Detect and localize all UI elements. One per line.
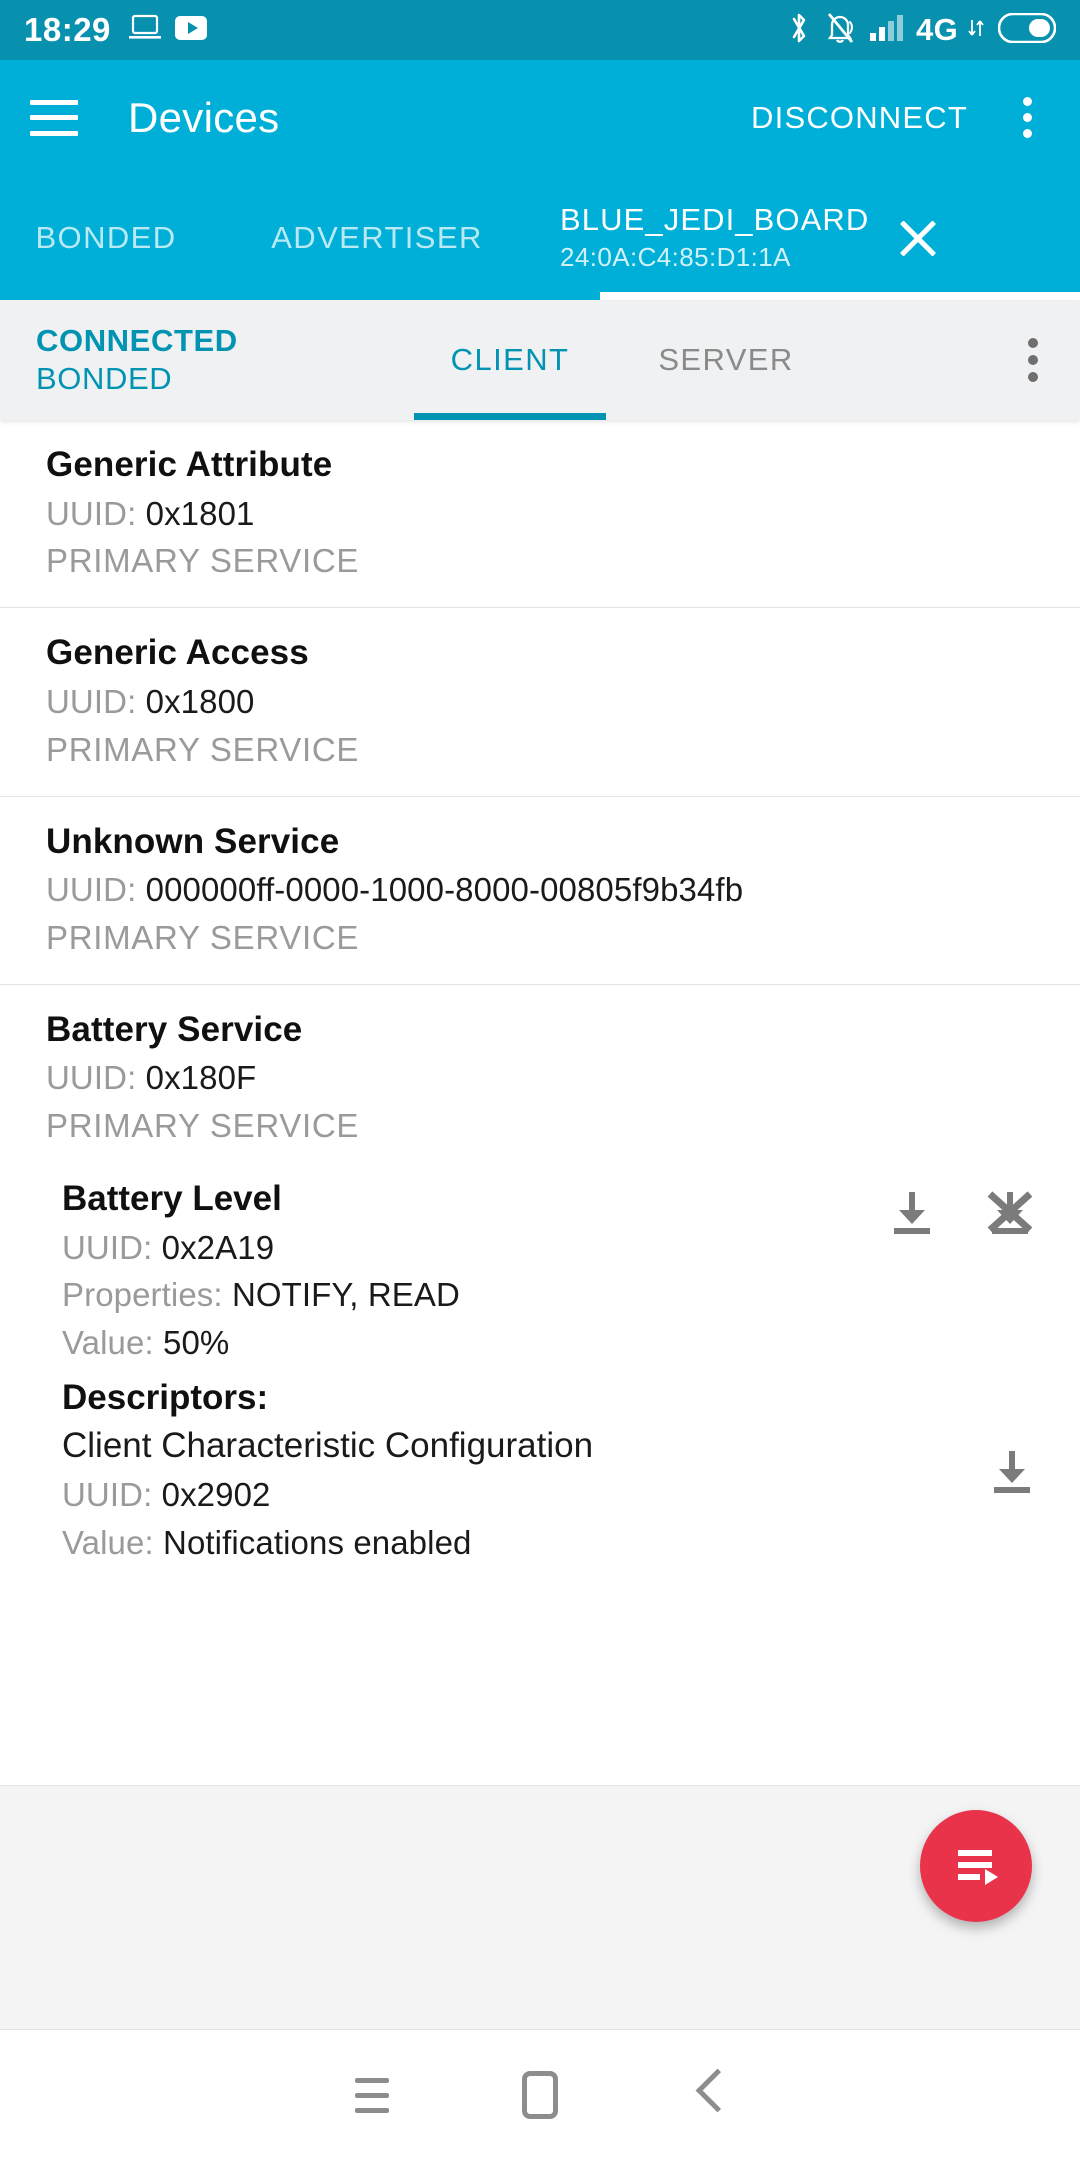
page-title: Devices [128, 93, 280, 141]
tab-active-indicator [600, 292, 1080, 300]
descriptor-uuid-value: 0x2902 [161, 1476, 271, 1514]
descriptor-uuid-row: UUID: 0x2902 [62, 1473, 984, 1517]
service-uuid-value: 000000ff-0000-1000-8000-00805f9b34fb [145, 871, 744, 908]
connection-status-block: CONNECTED BONDED [0, 322, 420, 398]
list-item[interactable]: Generic Attribute UUID: 0x1801 PRIMARY S… [0, 420, 1080, 609]
service-type: PRIMARY SERVICE [46, 918, 360, 956]
status-badge-bonded: BONDED [36, 361, 173, 396]
characteristic-name: Battery Level [62, 1179, 282, 1218]
service-type: PRIMARY SERVICE [46, 1107, 360, 1145]
tab-device-text: BLUE_JEDI_BOARD 24:0A:C4:85:D1:1A [560, 202, 869, 273]
recents-icon[interactable] [288, 2030, 456, 2160]
descriptor-value-row: Value: Notifications enabled [62, 1521, 984, 1565]
uuid-label: UUID: [62, 1476, 153, 1514]
status-right-icons: 4G [787, 11, 1057, 50]
service-name: Battery Service [46, 1009, 303, 1049]
status-clock: 18:29 [24, 11, 111, 48]
primary-tab-bar: BONDED ADVERTISER BLUE_JEDI_BOARD 24:0A:… [0, 175, 1080, 300]
tab-bonded[interactable]: BONDED [0, 175, 212, 300]
list-item[interactable]: Generic Access UUID: 0x1800 PRIMARY SERV… [0, 608, 1080, 797]
back-icon[interactable] [624, 2030, 792, 2160]
service-uuid-value: 0x1801 [145, 494, 255, 532]
tab-client[interactable]: CLIENT [414, 300, 606, 420]
data-transfer-icon [967, 16, 985, 45]
kebab-menu-icon[interactable] [1004, 95, 1050, 141]
app-root: 18:29 4G Devices DISCONNECT BONDED ADVER… [0, 0, 1080, 2160]
characteristic-item[interactable]: Battery Level UUID: 0x2A19 Properties: N… [0, 1158, 1080, 1565]
value-label: Value: [62, 1324, 154, 1362]
service-name: Generic Attribute [46, 445, 333, 484]
tab-advertiser[interactable]: ADVERTISER [212, 175, 542, 300]
read-download-icon[interactable] [984, 1443, 1040, 1504]
service-name: Unknown Service [46, 821, 340, 861]
uuid-label: UUID: [46, 871, 137, 908]
tab-device-address: 24:0A:C4:85:D1:1A [560, 241, 791, 272]
characteristic-uuid-value: 0x2A19 [161, 1228, 275, 1266]
service-uuid-row: UUID: 0x180F [46, 1056, 1080, 1100]
list-item[interactable]: Battery Service UUID: 0x180F PRIMARY SER… [0, 985, 1080, 1158]
characteristic-value-row: Value: 50% [62, 1321, 884, 1365]
bluetooth-icon [787, 11, 811, 50]
service-uuid-value: 0x1800 [145, 682, 255, 720]
uuid-label: UUID: [46, 494, 137, 532]
service-name: Generic Access [46, 633, 309, 673]
descriptor-name: Client Characteristic Configuration [62, 1425, 594, 1465]
characteristic-properties-row: Properties: NOTIFY, READ [62, 1273, 884, 1317]
descriptor-actions [984, 1421, 1040, 1504]
properties-label: Properties: [62, 1276, 223, 1314]
playlist-play-fab[interactable] [920, 1810, 1032, 1922]
uuid-label: UUID: [46, 682, 137, 720]
characteristic-value: 50% [163, 1324, 230, 1362]
descriptor-value: Notifications enabled [163, 1524, 472, 1562]
value-label: Value: [62, 1524, 154, 1562]
battery-icon [997, 12, 1057, 48]
service-uuid-row: UUID: 0x1800 [46, 680, 1080, 724]
uuid-label: UUID: [62, 1228, 153, 1266]
disconnect-button[interactable]: DISCONNECT [751, 100, 968, 136]
descriptor-item[interactable]: Client Characteristic Configuration UUID… [62, 1421, 1080, 1565]
service-type: PRIMARY SERVICE [46, 730, 360, 768]
tab-device-name: BLUE_JEDI_BOARD [560, 201, 870, 237]
close-icon[interactable] [891, 211, 945, 265]
network-type-label: 4G [916, 12, 958, 47]
status-left-icons [128, 14, 207, 47]
connection-subheader: CONNECTED BONDED CLIENT SERVER [0, 300, 1080, 420]
status-bar: 18:29 4G [0, 0, 1080, 60]
youtube-icon [174, 15, 207, 45]
read-download-icon[interactable] [884, 1184, 940, 1245]
service-uuid-row: UUID: 000000ff-0000-1000-8000-00805f9b34… [46, 868, 1080, 912]
characteristic-uuid-row: UUID: 0x2A19 [62, 1226, 884, 1270]
status-badge-connected: CONNECTED [36, 323, 238, 359]
service-list: Generic Attribute UUID: 0x1801 PRIMARY S… [0, 420, 1080, 1785]
app-bar: Devices DISCONNECT [0, 60, 1080, 175]
characteristic-header: Battery Level UUID: 0x2A19 Properties: N… [62, 1176, 1080, 1365]
system-nav-bar [0, 2030, 1080, 2160]
playlist-play-icon [948, 1837, 1004, 1896]
characteristic-properties-value: NOTIFY, READ [231, 1276, 460, 1314]
descriptor-details: Client Characteristic Configuration UUID… [62, 1421, 984, 1565]
characteristic-actions [884, 1176, 1038, 1245]
list-item[interactable]: Unknown Service UUID: 000000ff-0000-1000… [0, 797, 1080, 985]
characteristic-details: Battery Level UUID: 0x2A19 Properties: N… [62, 1176, 884, 1365]
tab-device-blue-jedi-board[interactable]: BLUE_JEDI_BOARD 24:0A:C4:85:D1:1A [542, 175, 1080, 300]
notifications-disable-icon[interactable] [982, 1184, 1038, 1245]
laptop-icon [128, 14, 161, 47]
tab-server[interactable]: SERVER [636, 300, 816, 420]
signal-bars-icon [869, 14, 904, 47]
service-uuid-value: 0x180F [145, 1059, 257, 1097]
descriptors-heading: Descriptors: [62, 1378, 269, 1418]
notifications-muted-icon [824, 11, 856, 50]
home-icon[interactable] [456, 2030, 624, 2160]
fab-container [0, 1785, 1080, 2030]
service-type: PRIMARY SERVICE [46, 542, 360, 580]
uuid-label: UUID: [46, 1059, 137, 1097]
hamburger-menu-icon[interactable] [30, 99, 78, 136]
subheader-kebab-menu-icon[interactable] [1028, 338, 1038, 382]
service-uuid-row: UUID: 0x1801 [46, 492, 1080, 536]
